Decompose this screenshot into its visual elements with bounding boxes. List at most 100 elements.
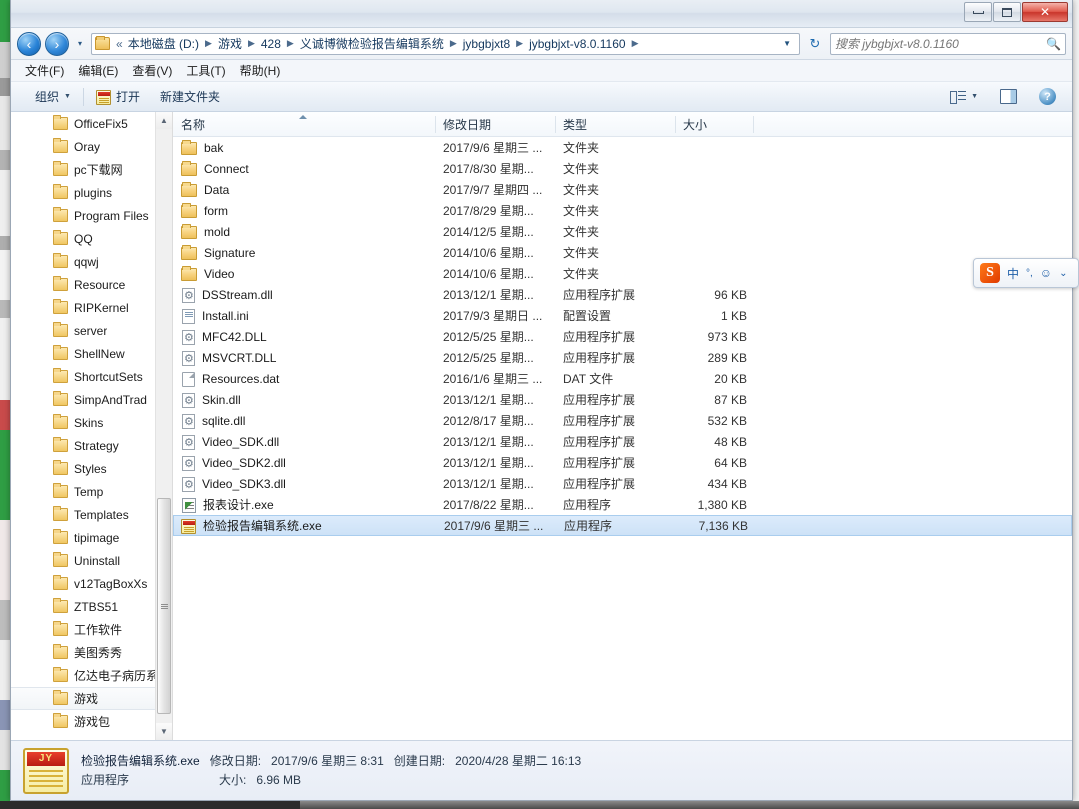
ime-punctuation-button[interactable]: °, (1026, 268, 1033, 279)
tree-item-7[interactable]: Resource (11, 273, 155, 296)
folder-icon (53, 598, 68, 613)
table-row[interactable]: Data 2017/9/7 星期四 ... 文件夹 (173, 179, 1072, 200)
scroll-down-button[interactable]: ▼ (156, 723, 172, 740)
breadcrumb-item-5[interactable]: jybgbjxt-v8.0.1160 (527, 37, 628, 51)
table-row[interactable]: 报表设计.exe 2017/8/22 星期... 应用程序 1,380 KB (173, 494, 1072, 515)
breadcrumb-overflow[interactable]: « (113, 37, 126, 51)
maximize-button[interactable] (993, 2, 1021, 22)
refresh-button[interactable]: ↻ (804, 33, 826, 55)
tree-item-26[interactable]: 游戏包 (11, 710, 155, 733)
tree-item-9[interactable]: server (11, 319, 155, 342)
navpane-scrollbar[interactable]: ▲ ▼ (155, 112, 172, 740)
change-view-button[interactable]: ▼ (940, 85, 988, 109)
tree-item-10[interactable]: ShellNew (11, 342, 155, 365)
table-row[interactable]: form 2017/8/29 星期... 文件夹 (173, 200, 1072, 221)
tree-item-12[interactable]: SimpAndTrad (11, 388, 155, 411)
address-dropdown-icon[interactable]: ▼ (777, 39, 797, 48)
open-button[interactable]: 打开 (86, 85, 150, 109)
chevron-right-icon-0[interactable]: ▶ (201, 38, 216, 49)
forward-button[interactable]: › (45, 31, 69, 56)
tree-item-0[interactable]: OfficeFix5 (11, 112, 155, 135)
address-bar[interactable]: « 本地磁盘 (D:) ▶ 游戏 ▶ 428 ▶ 义诚博微检验报告编辑系统 ▶ … (91, 32, 800, 55)
table-row[interactable]: Skin.dll 2013/12/1 星期... 应用程序扩展 87 KB (173, 389, 1072, 410)
new-folder-button[interactable]: 新建文件夹 (150, 85, 230, 109)
preview-pane-button[interactable] (990, 85, 1027, 109)
tree-item-6[interactable]: qqwj (11, 250, 155, 273)
tree-item-8[interactable]: RIPKernel (11, 296, 155, 319)
menu-item-tools[interactable]: 工具(T) (186, 62, 225, 79)
folder-icon (181, 140, 197, 155)
chevron-right-icon-2[interactable]: ▶ (283, 38, 298, 49)
table-row[interactable]: sqlite.dll 2012/8/17 星期... 应用程序扩展 532 KB (173, 410, 1072, 431)
menu-item-view[interactable]: 查看(V) (132, 62, 172, 79)
tree-item-4[interactable]: Program Files (11, 204, 155, 227)
breadcrumb-item-3[interactable]: 义诚博微检验报告编辑系统 (298, 35, 446, 52)
table-row[interactable]: Video_SDK.dll 2013/12/1 星期... 应用程序扩展 48 KB (173, 431, 1072, 452)
chevron-right-icon-1[interactable]: ▶ (244, 38, 259, 49)
sogou-logo-icon[interactable]: S (980, 263, 1000, 283)
table-row[interactable]: Install.ini 2017/9/3 星期日 ... 配置设置 1 KB (173, 305, 1072, 326)
tree-item-1[interactable]: Oray (11, 135, 155, 158)
tree-item-21[interactable]: ZTBS51 (11, 595, 155, 618)
tree-item-25[interactable]: 游戏 (11, 687, 155, 710)
table-row[interactable]: 检验报告编辑系统.exe 2017/9/6 星期三 ... 应用程序 7,136 KB (173, 515, 1072, 536)
breadcrumb-item-4[interactable]: jybgbjxt8 (461, 37, 512, 51)
menu-item-help[interactable]: 帮助(H) (240, 62, 281, 79)
tree-item-14[interactable]: Strategy (11, 434, 155, 457)
tree-item-2[interactable]: pc下载网 (11, 158, 155, 181)
column-header-date[interactable]: 修改日期 (435, 112, 555, 137)
column-header-name[interactable]: 名称 (173, 112, 435, 137)
tree-item-3[interactable]: plugins (11, 181, 155, 204)
tree-item-11[interactable]: ShortcutSets (11, 365, 155, 388)
scrollbar-thumb[interactable] (157, 498, 171, 714)
tree-item-17[interactable]: Templates (11, 503, 155, 526)
cell-date: 2017/9/6 星期三 ... (443, 141, 543, 155)
tree-item-24[interactable]: 亿达电子病历系 (11, 664, 155, 687)
recent-locations-button[interactable]: ▾ (73, 34, 87, 54)
tree-item-18[interactable]: tipimage (11, 526, 155, 549)
tree-item-19[interactable]: Uninstall (11, 549, 155, 572)
table-row[interactable]: Video_SDK3.dll 2013/12/1 星期... 应用程序扩展 434 K… (173, 473, 1072, 494)
search-box[interactable]: 🔎 (830, 32, 1066, 55)
tree-item-label: Strategy (74, 438, 119, 453)
tree-item-23[interactable]: 美图秀秀 (11, 641, 155, 664)
search-input[interactable] (835, 36, 1047, 51)
close-button[interactable]: ✕ (1022, 2, 1068, 22)
minimize-button[interactable] (964, 2, 992, 22)
ime-emoji-button[interactable]: ☺ (1040, 266, 1052, 280)
ime-language-button[interactable]: 中 (1007, 265, 1019, 282)
table-row[interactable]: bak 2017/9/6 星期三 ... 文件夹 (173, 137, 1072, 158)
ime-toolbar[interactable]: S 中 °, ☺ ⌄ (973, 258, 1079, 288)
chevron-right-icon-5[interactable]: ▶ (628, 38, 643, 49)
menu-item-edit[interactable]: 编辑(E) (78, 62, 118, 79)
table-row[interactable]: Connect 2017/8/30 星期... 文件夹 (173, 158, 1072, 179)
table-row[interactable]: mold 2014/12/5 星期... 文件夹 (173, 221, 1072, 242)
back-button[interactable]: ‹ (17, 31, 41, 56)
tree-item-20[interactable]: v12TagBoxXs (11, 572, 155, 595)
breadcrumb-item-2[interactable]: 428 (259, 37, 283, 51)
table-row[interactable]: MSVCRT.DLL 2012/5/25 星期... 应用程序扩展 289 KB (173, 347, 1072, 368)
tree-item-13[interactable]: Skins (11, 411, 155, 434)
table-row[interactable]: Resources.dat 2016/1/6 星期三 ... DAT 文件 20 KB (173, 368, 1072, 389)
column-header-type[interactable]: 类型 (555, 112, 675, 137)
column-header-size[interactable]: 大小 (675, 112, 753, 137)
menu-item-file[interactable]: 文件(F) (25, 62, 64, 79)
table-row[interactable]: Signature 2014/10/6 星期... 文件夹 (173, 242, 1072, 263)
table-row[interactable]: MFC42.DLL 2012/5/25 星期... 应用程序扩展 973 KB (173, 326, 1072, 347)
table-row[interactable]: Video 2014/10/6 星期... 文件夹 (173, 263, 1072, 284)
table-row[interactable]: Video_SDK2.dll 2013/12/1 星期... 应用程序扩展 64 KB (173, 452, 1072, 473)
organize-button[interactable]: 组织 ▼ (25, 85, 81, 109)
ime-more-button[interactable]: ⌄ (1059, 268, 1067, 279)
tree-item-15[interactable]: Styles (11, 457, 155, 480)
table-row[interactable]: DSStream.dll 2013/12/1 星期... 应用程序扩展 96 KB (173, 284, 1072, 305)
chevron-right-icon-4[interactable]: ▶ (512, 38, 527, 49)
tree-item-16[interactable]: Temp (11, 480, 155, 503)
tree-item-5[interactable]: QQ (11, 227, 155, 250)
window-titlebar[interactable]: ✕ (11, 0, 1072, 28)
breadcrumb-item-1[interactable]: 游戏 (216, 35, 244, 52)
chevron-right-icon-3[interactable]: ▶ (446, 38, 461, 49)
help-button[interactable]: ? (1029, 85, 1066, 109)
breadcrumb-item-0[interactable]: 本地磁盘 (D:) (126, 35, 201, 52)
scroll-up-button[interactable]: ▲ (156, 112, 172, 129)
tree-item-22[interactable]: 工作软件 (11, 618, 155, 641)
